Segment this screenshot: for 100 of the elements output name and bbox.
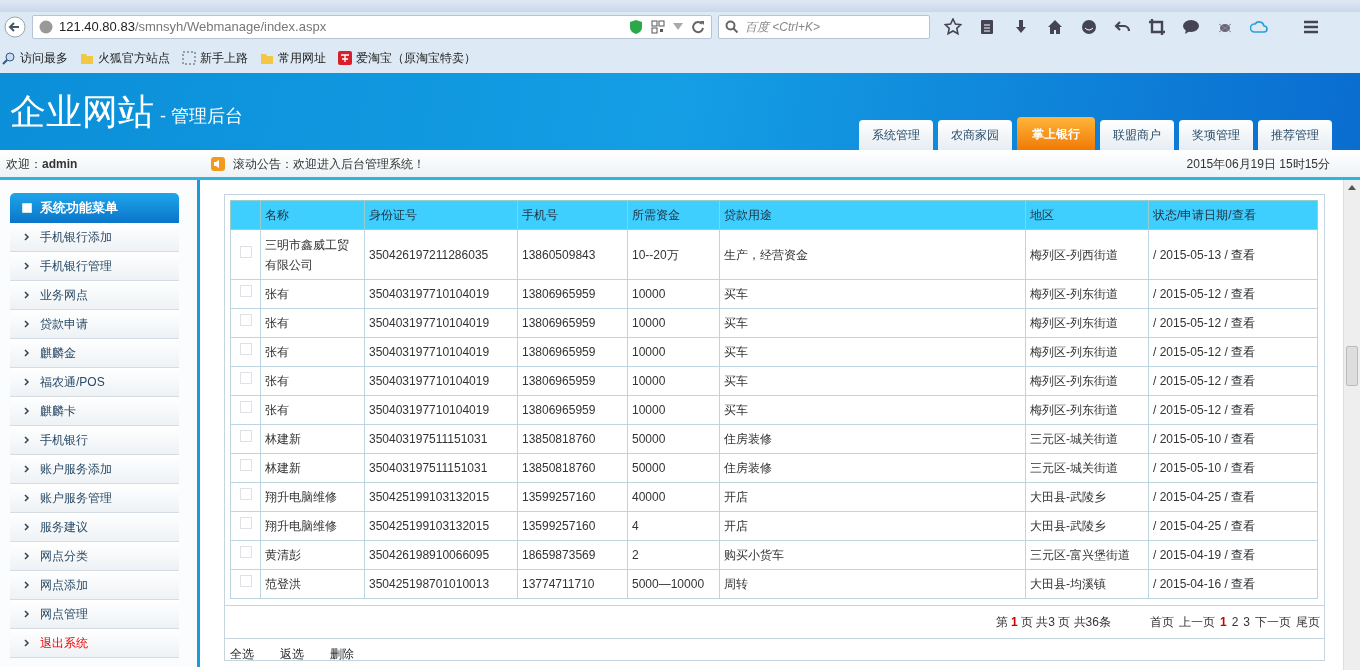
sidebar-item[interactable]: 手机银行 bbox=[10, 426, 179, 455]
address-bar[interactable]: 121.40.80.83/smnsyh/Webmanage/index.aspx bbox=[32, 15, 712, 39]
chevron-icon bbox=[24, 436, 30, 444]
status-date: / 2015-05-12 / bbox=[1153, 316, 1228, 330]
bookmark-item[interactable]: 常用网址 bbox=[260, 48, 326, 67]
table-cell: 大田县-武陵乡 bbox=[1025, 511, 1149, 541]
view-link[interactable]: 查看 bbox=[1231, 316, 1256, 330]
status-date: / 2015-05-13 / bbox=[1153, 247, 1228, 262]
smiley-chat-icon[interactable] bbox=[1080, 18, 1098, 36]
pagination-link[interactable]: 1 bbox=[1219, 615, 1227, 629]
bookmark-item[interactable]: 火狐官方站点 bbox=[80, 48, 170, 67]
sidebar-item[interactable]: 手机银行添加 bbox=[10, 223, 179, 252]
crop-icon[interactable] bbox=[1148, 18, 1166, 36]
action-link[interactable]: 删除 bbox=[330, 645, 354, 663]
view-link[interactable]: 查看 bbox=[1231, 548, 1256, 562]
view-link[interactable]: 查看 bbox=[1231, 345, 1256, 359]
sidebar-item[interactable]: 麒麟金 bbox=[10, 339, 179, 368]
table-cell: 住房装修 bbox=[719, 424, 1026, 454]
table-cell: 13806965959 bbox=[517, 308, 628, 338]
view-link[interactable]: 查看 bbox=[1231, 287, 1256, 301]
table-cell: 买车 bbox=[719, 279, 1026, 309]
nav-tab[interactable]: 联盟商户 bbox=[1100, 120, 1174, 150]
row-checkbox[interactable] bbox=[239, 459, 252, 471]
view-link[interactable]: 查看 bbox=[1231, 374, 1256, 388]
sidebar-item[interactable]: 手机银行管理 bbox=[10, 252, 179, 281]
star-icon[interactable] bbox=[944, 18, 962, 36]
nav-tab[interactable]: 推荐管理 bbox=[1258, 120, 1332, 150]
pagination-link[interactable]: 2 bbox=[1231, 615, 1239, 629]
sidebar-item[interactable]: 网点添加 bbox=[10, 571, 179, 600]
table-cell: 翔升电脑维修 bbox=[260, 482, 365, 512]
search-field[interactable]: 百度 <Ctrl+K> bbox=[718, 15, 930, 39]
reload-icon[interactable] bbox=[691, 20, 705, 34]
clipboard-icon[interactable] bbox=[978, 18, 996, 36]
row-checkbox[interactable] bbox=[239, 314, 252, 326]
sidebar-item[interactable]: 福农通/POS bbox=[10, 368, 179, 397]
column-header: 身份证号 bbox=[364, 200, 518, 230]
action-link[interactable]: 返选 bbox=[280, 645, 304, 663]
view-link[interactable]: 查看 bbox=[1231, 490, 1256, 504]
scrollbar[interactable] bbox=[1343, 180, 1360, 670]
bookmark-item[interactable]: 访问最多 bbox=[2, 48, 68, 67]
pagination-link[interactable]: 首页 bbox=[1149, 615, 1174, 629]
nav-tab[interactable]: 系统管理 bbox=[859, 120, 933, 150]
sidebar-item[interactable]: 服务建议 bbox=[10, 513, 179, 542]
pagination-link[interactable]: 上一页 bbox=[1178, 615, 1215, 629]
sidebar-item[interactable]: 网点分类 bbox=[10, 542, 179, 571]
qr-code-icon[interactable] bbox=[651, 20, 665, 34]
table-cell: 10000 bbox=[627, 279, 720, 309]
column-header: 名称 bbox=[260, 200, 365, 230]
table-cell: 10000 bbox=[627, 308, 720, 338]
dropdown-arrow-icon[interactable] bbox=[673, 23, 683, 31]
row-checkbox[interactable] bbox=[239, 372, 252, 384]
nav-tab[interactable]: 农商家园 bbox=[938, 120, 1012, 150]
table-cell: 三元区-富兴堡街道 bbox=[1025, 540, 1149, 570]
nav-tab[interactable]: 奖项管理 bbox=[1179, 120, 1253, 150]
chevron-icon bbox=[24, 349, 30, 357]
pagination-link[interactable]: 3 bbox=[1243, 615, 1250, 629]
row-checkbox[interactable] bbox=[239, 575, 252, 587]
view-link[interactable]: 查看 bbox=[1231, 403, 1256, 417]
scroll-thumb[interactable] bbox=[1346, 346, 1358, 386]
menu-icon[interactable] bbox=[1302, 18, 1320, 36]
pagination-link[interactable]: 下一页 bbox=[1255, 615, 1291, 629]
row-checkbox[interactable] bbox=[239, 343, 252, 355]
page-info: 第 1 页 共3 页 共36条 bbox=[995, 614, 1111, 631]
action-link[interactable]: 全选 bbox=[230, 645, 254, 663]
table-cell: 13806965959 bbox=[517, 366, 628, 396]
table-cell: 350403197710104019 bbox=[364, 308, 518, 338]
home-icon[interactable] bbox=[1046, 18, 1064, 36]
bookmark-item[interactable]: 新手上路 bbox=[182, 48, 248, 67]
sidebar-item[interactable]: 麒麟卡 bbox=[10, 397, 179, 426]
pagination-link[interactable]: 尾页 bbox=[1296, 615, 1320, 629]
table-cell: 2 bbox=[627, 540, 720, 570]
table-cell: 张有 bbox=[260, 395, 365, 425]
row-checkbox[interactable] bbox=[239, 430, 252, 442]
view-link[interactable]: 查看 bbox=[1231, 432, 1256, 446]
row-checkbox[interactable] bbox=[239, 488, 252, 500]
chevron-icon bbox=[24, 465, 30, 473]
table-cell: 13774711710 bbox=[517, 569, 628, 599]
sidebar-item[interactable]: 贷款申请 bbox=[10, 310, 179, 339]
row-checkbox[interactable] bbox=[239, 245, 252, 258]
view-link[interactable]: 查看 bbox=[1231, 577, 1256, 591]
row-checkbox[interactable] bbox=[239, 546, 252, 558]
table-cell: 张有 bbox=[260, 308, 365, 338]
cloud-icon[interactable] bbox=[1250, 18, 1268, 36]
status-date: / 2015-05-12 / bbox=[1153, 345, 1228, 359]
row-checkbox[interactable] bbox=[239, 401, 252, 413]
sidebar-item[interactable]: 退出系统 bbox=[10, 629, 179, 658]
sidebar-item[interactable]: 网点管理 bbox=[10, 600, 179, 629]
sidebar-item[interactable]: 账户服务管理 bbox=[10, 484, 179, 513]
chat-bubble-icon[interactable] bbox=[1182, 18, 1200, 36]
view-link[interactable]: 查看 bbox=[1231, 519, 1256, 533]
table-cell: 开店 bbox=[719, 482, 1026, 512]
row-checkbox[interactable] bbox=[239, 517, 252, 529]
bookmark-item[interactable]: 爱淘宝（原淘宝特卖） bbox=[338, 48, 476, 67]
table-cell: 13806965959 bbox=[517, 337, 628, 367]
row-checkbox[interactable] bbox=[239, 285, 252, 297]
sidebar-item[interactable]: 业务网点 bbox=[10, 281, 179, 310]
table-cell: 三元区-城关街道 bbox=[1025, 453, 1149, 483]
view-link[interactable]: 查看 bbox=[1231, 247, 1256, 262]
sidebar-item[interactable]: 账户服务添加 bbox=[10, 455, 179, 484]
view-link[interactable]: 查看 bbox=[1231, 461, 1256, 475]
